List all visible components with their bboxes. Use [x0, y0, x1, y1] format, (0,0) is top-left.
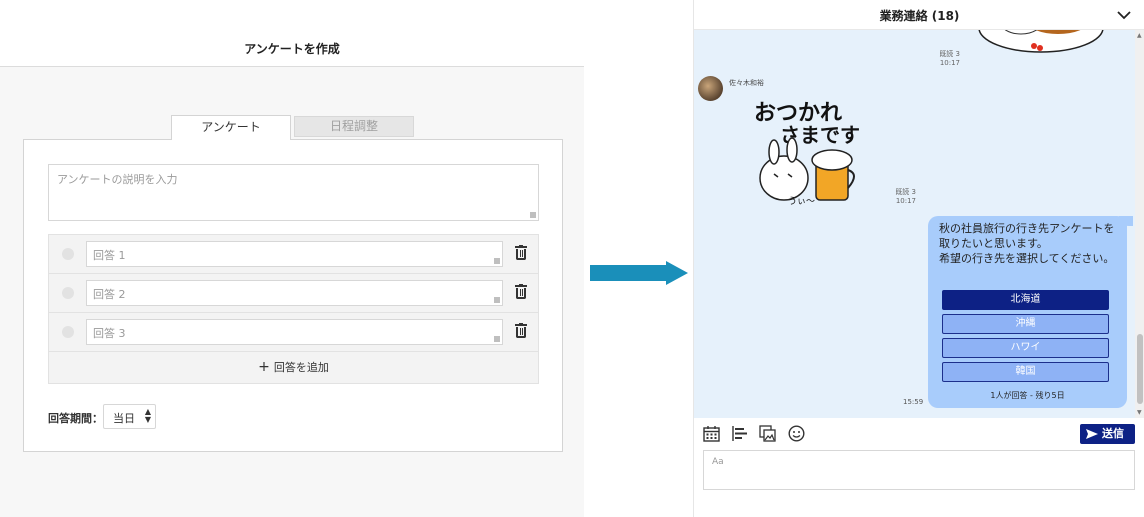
- tab-survey[interactable]: アンケート: [171, 115, 291, 140]
- poll-option-hawaii[interactable]: ハワイ: [942, 338, 1109, 358]
- calendar-icon[interactable]: [703, 425, 720, 442]
- chat-messages[interactable]: 既読 3 10:17 佐々木和裕 おつかれ さまです うぃ〜 既読 3 10:1…: [694, 30, 1135, 418]
- poll-message-text: 秋の社員旅行の行き先アンケートを取りたいと思います。 希望の行き先を選択してくだ…: [939, 221, 1119, 266]
- answer-list: 回答 1 回答 2 回答 3 + 回答を追加: [48, 234, 539, 384]
- radio-button[interactable]: [62, 248, 74, 260]
- resize-grip-icon[interactable]: [494, 258, 500, 264]
- radio-button[interactable]: [62, 326, 74, 338]
- message-time: 15:59: [903, 398, 924, 406]
- poll-message: 秋の社員旅行の行き先アンケートを取りたいと思います。 希望の行き先を選択してくだ…: [939, 222, 1115, 265]
- read-count: 既読 3: [895, 188, 916, 196]
- answer-row: 回答 3: [49, 313, 538, 352]
- trash-icon[interactable]: [515, 284, 527, 300]
- survey-editor-body: アンケート 日程調整 アンケートの説明を入力 回答 1 回答 2 回答 3 + …: [0, 67, 584, 517]
- resize-grip-icon[interactable]: [494, 297, 500, 303]
- message-input[interactable]: Aa: [703, 450, 1135, 490]
- bubble-tail: [1119, 216, 1133, 226]
- answer-2-input[interactable]: 回答 2: [86, 280, 503, 306]
- answer-3-placeholder: 回答 3: [93, 327, 126, 340]
- trash-icon[interactable]: [515, 245, 527, 261]
- send-button[interactable]: 送信: [1080, 424, 1135, 444]
- chat-toolbar: 送信: [694, 418, 1144, 448]
- answer-period-label: 回答期間：: [48, 412, 103, 425]
- add-answer-button[interactable]: + 回答を追加: [49, 352, 538, 383]
- description-placeholder: アンケートの説明を入力: [57, 173, 178, 186]
- resize-grip-icon[interactable]: [494, 336, 500, 342]
- resize-grip-icon[interactable]: [530, 212, 536, 218]
- poll-option-okinawa[interactable]: 沖縄: [942, 314, 1109, 334]
- poll-option-hokkaido[interactable]: 北海道: [942, 290, 1109, 310]
- read-count: 既読 3: [939, 50, 960, 58]
- survey-editor: アンケートを作成 アンケート 日程調整 アンケートの説明を入力 回答 1 回答 …: [0, 0, 584, 517]
- send-plane-icon: [1086, 429, 1098, 439]
- read-status: 既読 3 10:17: [888, 188, 916, 206]
- poll-option-korea[interactable]: 韓国: [942, 362, 1109, 382]
- tab-schedule[interactable]: 日程調整: [294, 116, 414, 137]
- answer-row: 回答 2: [49, 274, 538, 313]
- otsukare-sticker-image: おつかれ さまです うぃ〜: [754, 101, 860, 207]
- answer-2-placeholder: 回答 2: [93, 288, 126, 301]
- trash-icon[interactable]: [515, 323, 527, 339]
- message-input-placeholder: Aa: [712, 457, 724, 467]
- align-left-icon[interactable]: [731, 425, 748, 442]
- scrollbar-thumb[interactable]: [1137, 334, 1143, 404]
- message-time: 10:17: [895, 197, 916, 205]
- image-icon[interactable]: [759, 425, 776, 442]
- arrow-right-icon: [590, 261, 688, 285]
- survey-form-panel: アンケートの説明を入力 回答 1 回答 2 回答 3 + 回答を追加 回答期間：…: [23, 139, 563, 452]
- answer-period-select[interactable]: 当日 ▲ ▼: [103, 404, 156, 429]
- chevron-down-icon[interactable]: [1117, 8, 1131, 22]
- curry-sticker-image: [978, 30, 1104, 53]
- scroll-down-icon[interactable]: ▼: [1137, 409, 1142, 416]
- radio-button[interactable]: [62, 287, 74, 299]
- read-status: 既読 3 10:17: [930, 50, 960, 68]
- poll-status: 1人が回答 - 残り5日: [990, 391, 1065, 400]
- send-label: 送信: [1102, 427, 1124, 440]
- poll-message-bubble: 秋の社員旅行の行き先アンケートを取りたいと思います。 希望の行き先を選択してくだ…: [928, 216, 1133, 408]
- sender-name: 佐々木和裕: [729, 79, 764, 87]
- chat-title: 業務連絡 (18): [879, 9, 960, 23]
- select-arrows-icon: ▲ ▼: [144, 407, 151, 424]
- survey-editor-header: アンケートを作成: [0, 0, 584, 67]
- chat-panel: 業務連絡 (18) 既読 3 10:17 佐々木和裕 おつかれ さまです うぃ〜…: [693, 0, 1144, 517]
- answer-1-placeholder: 回答 1: [93, 249, 126, 262]
- answer-period-value: 当日: [113, 412, 135, 425]
- answer-3-input[interactable]: 回答 3: [86, 319, 503, 345]
- scrollbar[interactable]: ▲ ▼: [1135, 30, 1144, 418]
- answer-1-input[interactable]: 回答 1: [86, 241, 503, 267]
- message-time: 10:17: [939, 59, 960, 67]
- avatar[interactable]: [698, 76, 723, 101]
- sticker-caption: うぃ〜: [788, 196, 815, 207]
- add-answer-label: 回答を追加: [273, 361, 329, 374]
- description-textarea[interactable]: アンケートの説明を入力: [48, 164, 539, 221]
- chat-header: 業務連絡 (18): [694, 0, 1144, 30]
- smiley-icon[interactable]: [788, 425, 805, 442]
- answer-row: 回答 1: [49, 235, 538, 274]
- scroll-up-icon[interactable]: ▲: [1137, 32, 1142, 39]
- plus-icon: +: [258, 359, 270, 375]
- page-title: アンケートを作成: [244, 42, 340, 56]
